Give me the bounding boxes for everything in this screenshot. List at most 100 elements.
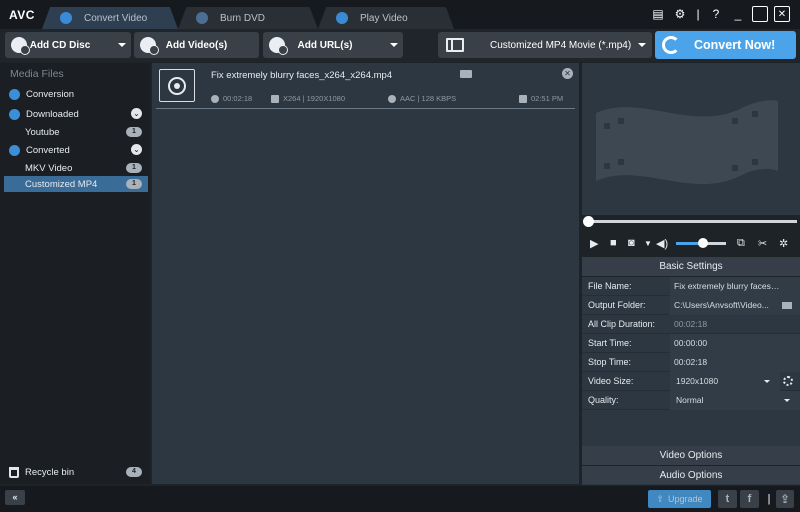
output-profile-select[interactable]: Customized MP4 Movie (*.mp4) — [438, 32, 652, 58]
add-cd-disc-button[interactable]: Add CD Disc — [5, 32, 131, 58]
video-thumbnail — [159, 69, 195, 102]
convert-now-button[interactable]: Convert Now! — [655, 31, 796, 59]
scroll-up-icon[interactable]: ⇪ — [776, 490, 794, 508]
chevron-down-icon — [784, 399, 790, 402]
help-button[interactable]: ? — [708, 6, 724, 22]
twitter-button[interactable]: t — [718, 490, 737, 508]
sidebar-header: Media Files — [10, 68, 64, 80]
bottom-bar: « ⇧ Upgrade t f | ⇪ — [0, 486, 800, 512]
file-audio-info: AAC | 128 KBPS — [388, 94, 456, 103]
video-options-bar[interactable]: Video Options — [582, 446, 800, 465]
download-icon — [9, 108, 20, 120]
add-urls-button[interactable]: Add URL(s) — [263, 32, 403, 58]
setting-label: File Name: — [588, 281, 632, 291]
window-controls: ▤ ⚙ | ? _ ✕ — [650, 6, 800, 22]
player-controls: ▶ ■ ◙ ▼ ◀) ⧉ ✂ ✲ — [582, 230, 800, 256]
clock-icon — [211, 94, 219, 103]
file-audio-value: AAC | 128 KBPS — [400, 94, 457, 103]
stop-icon[interactable]: ■ — [610, 237, 617, 249]
trash-icon — [9, 466, 19, 478]
tab-play-video[interactable]: Play Video — [318, 7, 454, 29]
copy-icon[interactable]: ⧉ — [737, 237, 745, 250]
add-cd-disc-label: Add CD Disc — [29, 39, 91, 51]
separator: | — [767, 493, 771, 505]
file-list: Fix extremely blurry faces_x264_x264.mp4… — [152, 63, 579, 484]
sidebar-item-mkv-video[interactable]: MKV Video 1 — [4, 160, 148, 176]
upgrade-label: Upgrade — [668, 494, 703, 504]
folder-icon[interactable] — [782, 302, 792, 309]
gear-icon[interactable]: ⚙ — [672, 6, 688, 22]
chevron-down-icon — [638, 43, 646, 47]
folder-icon[interactable] — [460, 70, 472, 78]
close-button[interactable]: ✕ — [774, 6, 790, 22]
effects-icon[interactable]: ✲ — [779, 237, 788, 250]
settings-header: Basic Settings — [582, 257, 800, 277]
minimize-button[interactable]: _ — [730, 6, 746, 22]
sidebar-item-downloaded[interactable]: Downloaded ⌄ — [4, 106, 148, 122]
setting-all-clip-duration: All Clip Duration: 00:02:18 — [582, 315, 800, 334]
conversion-icon — [9, 88, 20, 100]
add-urls-label: Add URL(s) — [297, 39, 353, 51]
scissors-icon[interactable]: ✂ — [758, 237, 767, 250]
calendar-icon — [519, 94, 527, 103]
chevron-down-icon[interactable]: ⌄ — [131, 108, 142, 119]
facebook-button[interactable]: f — [740, 490, 759, 508]
setting-value: C:\Users\Anvsoft\Video... — [674, 300, 769, 310]
play-icon[interactable]: ▶ — [590, 237, 598, 250]
tab-label: Convert Video — [84, 12, 148, 24]
seek-handle[interactable] — [583, 216, 594, 227]
toolbar: Add CD Disc Add Video(s) Add URL(s) Cust… — [0, 29, 800, 62]
file-video-info: X264 | 1920X1080 — [271, 94, 345, 103]
gear-icon[interactable] — [783, 376, 793, 386]
convert-now-label: Convert Now! — [694, 38, 776, 52]
setting-quality: Quality: Normal — [582, 391, 800, 410]
close-icon[interactable]: ✕ — [562, 68, 573, 79]
tab-burn-dvd[interactable]: Burn DVD — [178, 7, 318, 29]
file-time-value: 02:51 PM — [531, 94, 564, 103]
setting-label: Video Size: — [588, 376, 634, 386]
sidebar-item-customized-mp4[interactable]: Customized MP4 1 — [4, 176, 148, 192]
file-duration: 00:02:18 — [211, 94, 252, 103]
register-icon[interactable]: ▤ — [650, 6, 666, 22]
count-badge: 4 — [126, 467, 142, 477]
tab-convert-video[interactable]: Convert Video — [42, 7, 178, 29]
volume-handle[interactable] — [698, 238, 708, 248]
file-time: 02:51 PM — [519, 94, 563, 103]
sidebar-item-recycle-bin[interactable]: Recycle bin 4 — [4, 464, 148, 480]
sidebar-item-converted[interactable]: Converted ⌄ — [4, 142, 148, 158]
converted-icon — [9, 144, 20, 156]
camera-icon[interactable]: ◙ — [628, 237, 635, 249]
setting-output-folder: Output Folder: C:\Users\Anvsoft\Video... — [582, 296, 800, 315]
video-icon — [271, 94, 279, 103]
chevron-down-icon[interactable] — [118, 43, 126, 47]
video-preview — [582, 63, 800, 215]
audio-options-bar[interactable]: Audio Options — [582, 465, 800, 484]
sidebar-item-conversion[interactable]: Conversion — [4, 86, 148, 102]
chevron-down-icon[interactable]: ⌄ — [131, 144, 142, 155]
setting-label: Quality: — [588, 395, 619, 405]
volume-icon[interactable]: ◀) — [656, 237, 668, 250]
sidebar-item-label: MKV Video — [25, 162, 73, 174]
chevron-down-icon — [764, 380, 770, 383]
file-name: Fix extremely blurry faces_x264_x264.mp4 — [211, 70, 393, 81]
add-videos-button[interactable]: Add Video(s) — [134, 32, 259, 58]
tab-label: Burn DVD — [220, 12, 266, 24]
setting-label: All Clip Duration: — [588, 319, 656, 329]
list-item[interactable]: Fix extremely blurry faces_x264_x264.mp4… — [156, 65, 575, 109]
seek-track[interactable] — [587, 220, 797, 223]
upgrade-button[interactable]: ⇧ Upgrade — [648, 490, 711, 508]
upgrade-icon: ⇧ — [656, 493, 664, 504]
seek-bar[interactable] — [582, 215, 800, 230]
collapse-sidebar-button[interactable]: « — [5, 490, 25, 505]
maximize-button[interactable] — [752, 6, 768, 22]
setting-value: Fix extremely blurry faces_... — [674, 281, 782, 291]
setting-value: Normal — [676, 395, 704, 405]
sidebar-item-label: Converted — [26, 144, 70, 156]
sidebar-item-label: Youtube — [25, 126, 60, 138]
tab-label: Play Video — [360, 12, 408, 24]
volume-slider[interactable] — [676, 238, 726, 248]
media-sidebar: Media Files Conversion Downloaded ⌄ Yout… — [0, 63, 150, 484]
chevron-down-icon[interactable]: ▼ — [644, 239, 652, 248]
chevron-down-icon[interactable] — [390, 43, 398, 47]
sidebar-item-youtube[interactable]: Youtube 1 — [4, 124, 148, 140]
